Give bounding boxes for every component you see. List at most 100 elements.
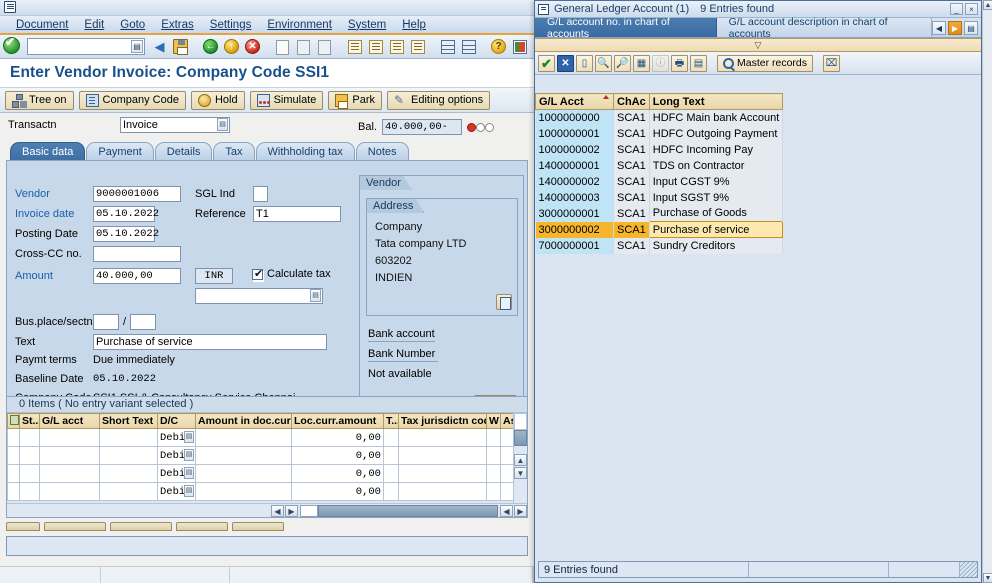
create-shortcut-icon[interactable] xyxy=(459,37,478,56)
items-col-w[interactable]: W xyxy=(487,414,501,429)
new-entry-icon[interactable]: ▯ xyxy=(576,55,593,72)
tab-list-icon[interactable]: ▤ xyxy=(964,21,978,35)
menu-item-help[interactable]: Help xyxy=(394,18,434,32)
cell-dc[interactable]: Debit▤ xyxy=(158,483,196,501)
items-col-tax-jurisdictn[interactable]: Tax jurisdictn code xyxy=(399,414,487,429)
layout-menu-icon[interactable] xyxy=(510,37,529,56)
hscroll-page-left-button[interactable]: ◀ xyxy=(500,505,513,517)
bottom-button-1[interactable] xyxy=(6,522,40,531)
cell-short-text[interactable] xyxy=(100,429,158,447)
cell-tax[interactable] xyxy=(384,483,399,501)
items-col-dc[interactable]: D/C xyxy=(158,414,196,429)
cancel-icon[interactable]: ✕ xyxy=(243,37,262,56)
close-icon[interactable]: × xyxy=(965,3,978,15)
items-col-status[interactable]: St... xyxy=(20,414,40,429)
list-item-selected[interactable]: 3000000002 SCA1 Purchase of service xyxy=(536,222,783,238)
table-row[interactable]: Debit▤ 0,00 xyxy=(8,447,514,465)
table-row[interactable]: Debit▤ 0,00 xyxy=(8,429,514,447)
find-next-icon[interactable]: 🔎 xyxy=(614,55,631,72)
menu-item-goto[interactable]: Goto xyxy=(112,18,153,32)
print-icon[interactable] xyxy=(273,37,292,56)
menu-item-system[interactable]: System xyxy=(340,18,394,32)
hscroll-left-button[interactable]: ◀ xyxy=(271,505,284,517)
invoice-date-input[interactable]: 05.10.2022 xyxy=(93,206,155,222)
dc-dropdown-icon[interactable]: ▤ xyxy=(184,449,194,461)
bottom-button-3[interactable] xyxy=(110,522,172,531)
create-session-icon[interactable] xyxy=(438,37,457,56)
hscroll-right-button[interactable]: ▶ xyxy=(285,505,298,517)
cell-amount-doc[interactable] xyxy=(196,483,292,501)
bottom-button-2[interactable] xyxy=(44,522,106,531)
tab-notes[interactable]: Notes xyxy=(356,142,409,160)
list-item[interactable]: 1400000001 SCA1 TDS on Contractor xyxy=(536,158,783,174)
amount-input[interactable]: 40.000,00 xyxy=(93,268,181,284)
previous-page-icon[interactable] xyxy=(366,37,385,56)
cell-tax-jur[interactable] xyxy=(399,429,487,447)
editing-options-button[interactable]: Editing options xyxy=(387,91,490,110)
transaction-dropdown-icon[interactable]: ▤ xyxy=(217,118,228,131)
row-selector[interactable] xyxy=(20,465,40,483)
menu-item-settings[interactable]: Settings xyxy=(202,18,260,32)
window-scroll-down-button[interactable]: ▼ xyxy=(983,573,992,583)
calculate-tax-row[interactable]: ✔ Calculate tax xyxy=(252,268,331,280)
list-item[interactable]: 3000000001 SCA1 Purchase of Goods xyxy=(536,206,783,222)
cell-dc[interactable]: Debit▤ xyxy=(158,447,196,465)
row-selector[interactable] xyxy=(20,483,40,501)
enter-icon[interactable] xyxy=(3,37,22,56)
list-item[interactable]: 1400000003 SCA1 Input SGST 9% xyxy=(536,190,783,206)
tab-withholding-tax[interactable]: Withholding tax xyxy=(256,142,355,160)
items-col-tax[interactable]: T... xyxy=(384,414,399,429)
cell-loc-amount[interactable]: 0,00 xyxy=(292,429,384,447)
find-icon[interactable]: 🔍 xyxy=(595,55,612,72)
dc-dropdown-icon[interactable]: ▤ xyxy=(184,485,194,497)
row-selector[interactable] xyxy=(20,429,40,447)
park-button[interactable]: Park xyxy=(328,91,382,110)
exit-icon[interactable]: ← xyxy=(201,37,220,56)
transaction-select[interactable]: Invoice ▤ xyxy=(120,117,230,133)
dc-dropdown-icon[interactable]: ▤ xyxy=(184,431,194,443)
hscroll-page-right-button[interactable]: ▶ xyxy=(514,505,527,517)
cell-short-text[interactable] xyxy=(100,483,158,501)
simulate-button[interactable]: Simulate xyxy=(250,91,324,110)
list-item[interactable]: 7000000001 SCA1 Sundry Creditors xyxy=(536,238,783,254)
cell-tax[interactable] xyxy=(384,447,399,465)
menu-item-environment[interactable]: Environment xyxy=(259,18,340,32)
list-item[interactable]: 1000000000 SCA1 HDFC Main bank Account xyxy=(536,110,783,126)
gl-col-acct[interactable]: G/L Acct xyxy=(536,94,614,110)
cancel-icon[interactable]: ✕ xyxy=(557,55,574,72)
cell-tax-jur[interactable] xyxy=(399,483,487,501)
reference-input[interactable]: T1 xyxy=(253,206,341,222)
hold-button[interactable]: Hold xyxy=(191,91,245,110)
calculate-tax-checkbox[interactable]: ✔ xyxy=(252,269,263,280)
last-page-icon[interactable] xyxy=(408,37,427,56)
cell-gl-acct[interactable] xyxy=(40,429,100,447)
table-row[interactable]: Debit▤ 0,00 xyxy=(8,483,514,501)
posting-date-input[interactable]: 05.10.2022 xyxy=(93,226,155,242)
print-icon[interactable]: 🖶 xyxy=(671,55,688,72)
resize-grip-icon[interactable] xyxy=(960,562,977,577)
gl-col-chac[interactable]: ChAc xyxy=(614,94,650,110)
menu-item-document[interactable]: Document xyxy=(8,18,76,32)
text-input[interactable]: Purchase of service xyxy=(93,334,327,350)
cell-w[interactable] xyxy=(487,483,501,501)
row-selector[interactable] xyxy=(20,447,40,465)
save-icon[interactable] xyxy=(171,37,190,56)
menu-item-edit[interactable]: Edit xyxy=(76,18,112,32)
address-detail-icon[interactable] xyxy=(496,294,512,310)
cell-loc-amount[interactable]: 0,00 xyxy=(292,465,384,483)
cell-short-text[interactable] xyxy=(100,447,158,465)
tab-details[interactable]: Details xyxy=(155,142,213,160)
cell-gl-acct[interactable] xyxy=(40,465,100,483)
cell-loc-amount[interactable]: 0,00 xyxy=(292,483,384,501)
items-col-gl-acct[interactable]: G/L acct xyxy=(40,414,100,429)
cell-assignment[interactable] xyxy=(501,429,514,447)
tab-tax[interactable]: Tax xyxy=(213,142,254,160)
tax-code-dropdown-icon[interactable]: ▤ xyxy=(310,289,321,302)
vendor-input[interactable]: 9000001006 xyxy=(93,186,181,202)
cell-amount-doc[interactable] xyxy=(196,465,292,483)
back-icon[interactable]: ◀ xyxy=(150,37,169,56)
help-icon[interactable] xyxy=(489,37,508,56)
menu-item-extras[interactable]: Extras xyxy=(153,18,202,32)
cell-assignment[interactable] xyxy=(501,447,514,465)
clipboard-icon[interactable]: ▤ xyxy=(690,55,707,72)
